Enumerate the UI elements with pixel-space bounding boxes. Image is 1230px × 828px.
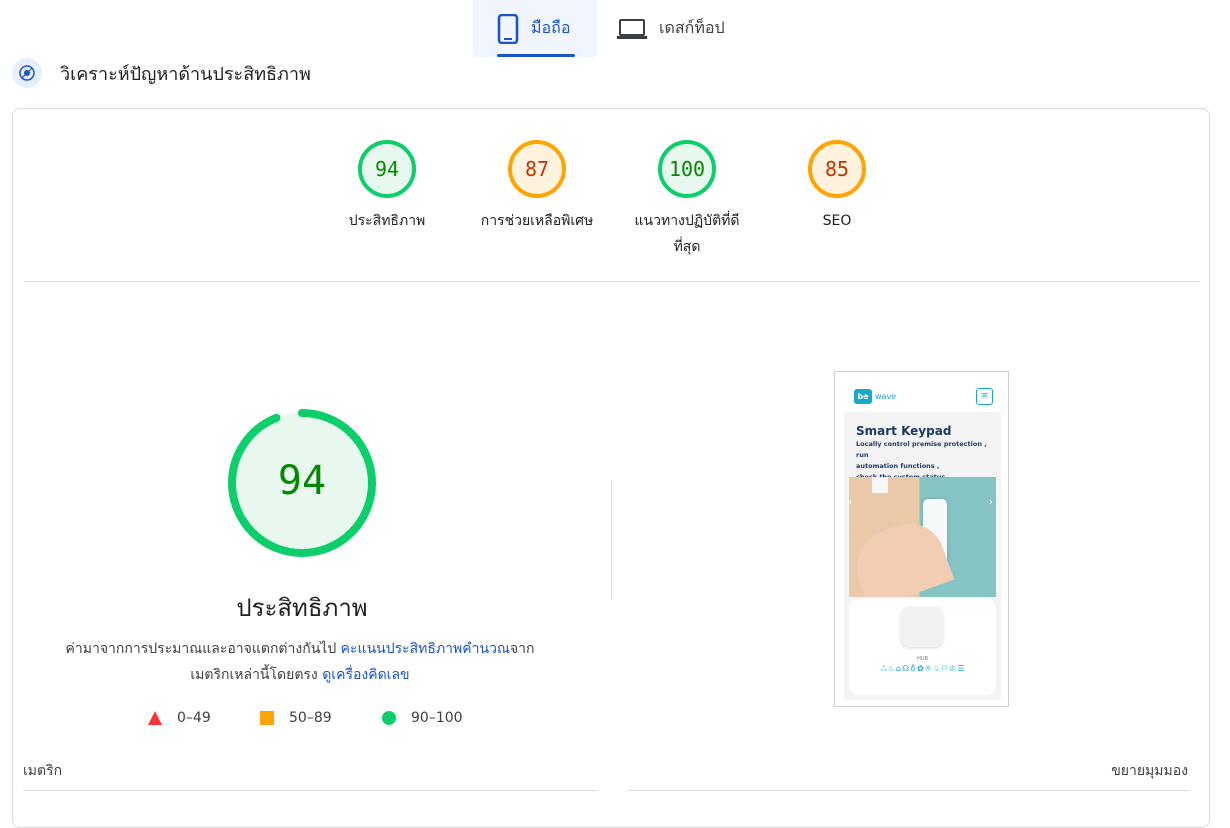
- score-ring: 85: [808, 140, 866, 198]
- active-tab-indicator: [497, 54, 575, 57]
- metrics-divider: [23, 790, 598, 791]
- report-header: วิเคราะห์ปัญหาด้านประสิทธิภาพ: [12, 57, 311, 89]
- screenshot-title: Smart Keypad: [856, 424, 952, 438]
- circle-icon: [382, 711, 396, 725]
- report-title: วิเคราะห์ปัญหาด้านประสิทธิภาพ: [60, 63, 311, 85]
- hub-label: HUB: [917, 656, 928, 662]
- score-label: ประสิทธิภาพ: [348, 213, 426, 229]
- tab-mobile-label: มือถือ: [531, 18, 571, 37]
- score-gauge-best-practices[interactable]: 100 แนวทางปฏิบัติที่ดี ที่สุด: [612, 138, 762, 260]
- site-logo: be wave: [854, 388, 897, 404]
- product-image: [849, 477, 996, 597]
- square-icon: [260, 711, 274, 725]
- score-ring: 94: [358, 140, 416, 198]
- score-value: 94: [375, 157, 399, 181]
- legend-range: 0–49: [177, 710, 211, 726]
- legend-range: 50–89: [289, 710, 332, 726]
- performance-description: ค่ามาจากการประมาณและอาจแตกต่างกันไป คะแน…: [40, 636, 560, 688]
- performance-value: 94: [278, 458, 326, 504]
- page-screenshot[interactable]: be wave ≡ Smart Keypad Locally control p…: [834, 371, 1009, 707]
- score-gauge-accessibility[interactable]: 87 การช่วยเหลือพิเศษ: [462, 138, 612, 234]
- legend-range: 90–100: [411, 710, 463, 726]
- screenshot-content: be wave ≡ Smart Keypad Locally control p…: [844, 380, 1001, 700]
- score-label: SEO: [822, 213, 852, 229]
- wall-switch: [872, 477, 888, 493]
- legend-average: 50–89: [259, 710, 332, 726]
- screenshot-text-line: Locally control premise protection , run: [856, 440, 987, 459]
- chevron-left-icon: ‹: [848, 497, 852, 508]
- legend-fail: 0–49: [147, 710, 211, 726]
- menu-icon: ≡: [976, 387, 993, 405]
- vertical-divider: [611, 480, 612, 600]
- triangle-icon: [148, 711, 162, 725]
- laptop-icon: [617, 18, 647, 39]
- score-ring: 100: [658, 140, 716, 198]
- score-gauge-performance[interactable]: 94 ประสิทธิภาพ: [312, 138, 462, 234]
- screenshot-text-line: automation functions ,: [856, 462, 940, 470]
- smartphone-icon: [497, 13, 519, 44]
- score-calculation-link[interactable]: คะแนนประสิทธิภาพคำนวณ: [341, 641, 510, 657]
- score-label-line1: แนวทางปฏิบัติที่ดี: [634, 213, 740, 229]
- desc-text: เมตริกเหล่านี้โดยตรง: [190, 667, 323, 683]
- score-value: 100: [669, 157, 705, 181]
- score-label: แนวทางปฏิบัติที่ดี ที่สุด: [612, 208, 762, 260]
- tab-mobile[interactable]: มือถือ: [473, 0, 597, 57]
- tab-desktop[interactable]: เดสก์ท็อป: [617, 0, 747, 57]
- hub-card: HUB ஃ♨⌂☊♁✿☼♧⚐♔☰: [849, 599, 996, 695]
- logo-mark: be: [854, 388, 872, 404]
- metrics-divider: [627, 790, 1190, 791]
- calculator-link[interactable]: ดูเครื่องคิดเลข: [322, 667, 409, 683]
- section-divider: [24, 281, 1200, 282]
- hub-image: [901, 607, 943, 647]
- lighthouse-icon: [12, 58, 42, 88]
- score-ring: 87: [508, 140, 566, 198]
- expand-view-button[interactable]: ขยายมุมมอง: [1111, 760, 1188, 782]
- performance-title: ประสิทธิภาพ: [236, 594, 368, 622]
- desc-text: จาก: [509, 641, 535, 657]
- tab-desktop-label: เดสก์ท็อป: [659, 18, 725, 37]
- legend-pass: 90–100: [381, 710, 463, 726]
- metrics-label: เมตริก: [23, 763, 63, 779]
- score-label-line2: ที่สุด: [673, 239, 701, 255]
- score-value: 85: [825, 157, 849, 181]
- score-value: 87: [525, 157, 549, 181]
- logo-text: wave: [875, 391, 897, 401]
- performance-gauge: 94: [228, 409, 376, 557]
- chevron-right-icon: ›: [989, 497, 993, 508]
- score-gauge-seo[interactable]: 85 SEO: [762, 138, 912, 234]
- score-label: การช่วยเหลือพิเศษ: [480, 213, 594, 229]
- screenshot-header: be wave ≡: [844, 380, 1001, 412]
- feature-icons: ஃ♨⌂☊♁✿☼♧⚐♔☰: [880, 664, 966, 673]
- desc-text: ค่ามาจากการประมาณและอาจแตกต่างกันไป: [65, 641, 341, 657]
